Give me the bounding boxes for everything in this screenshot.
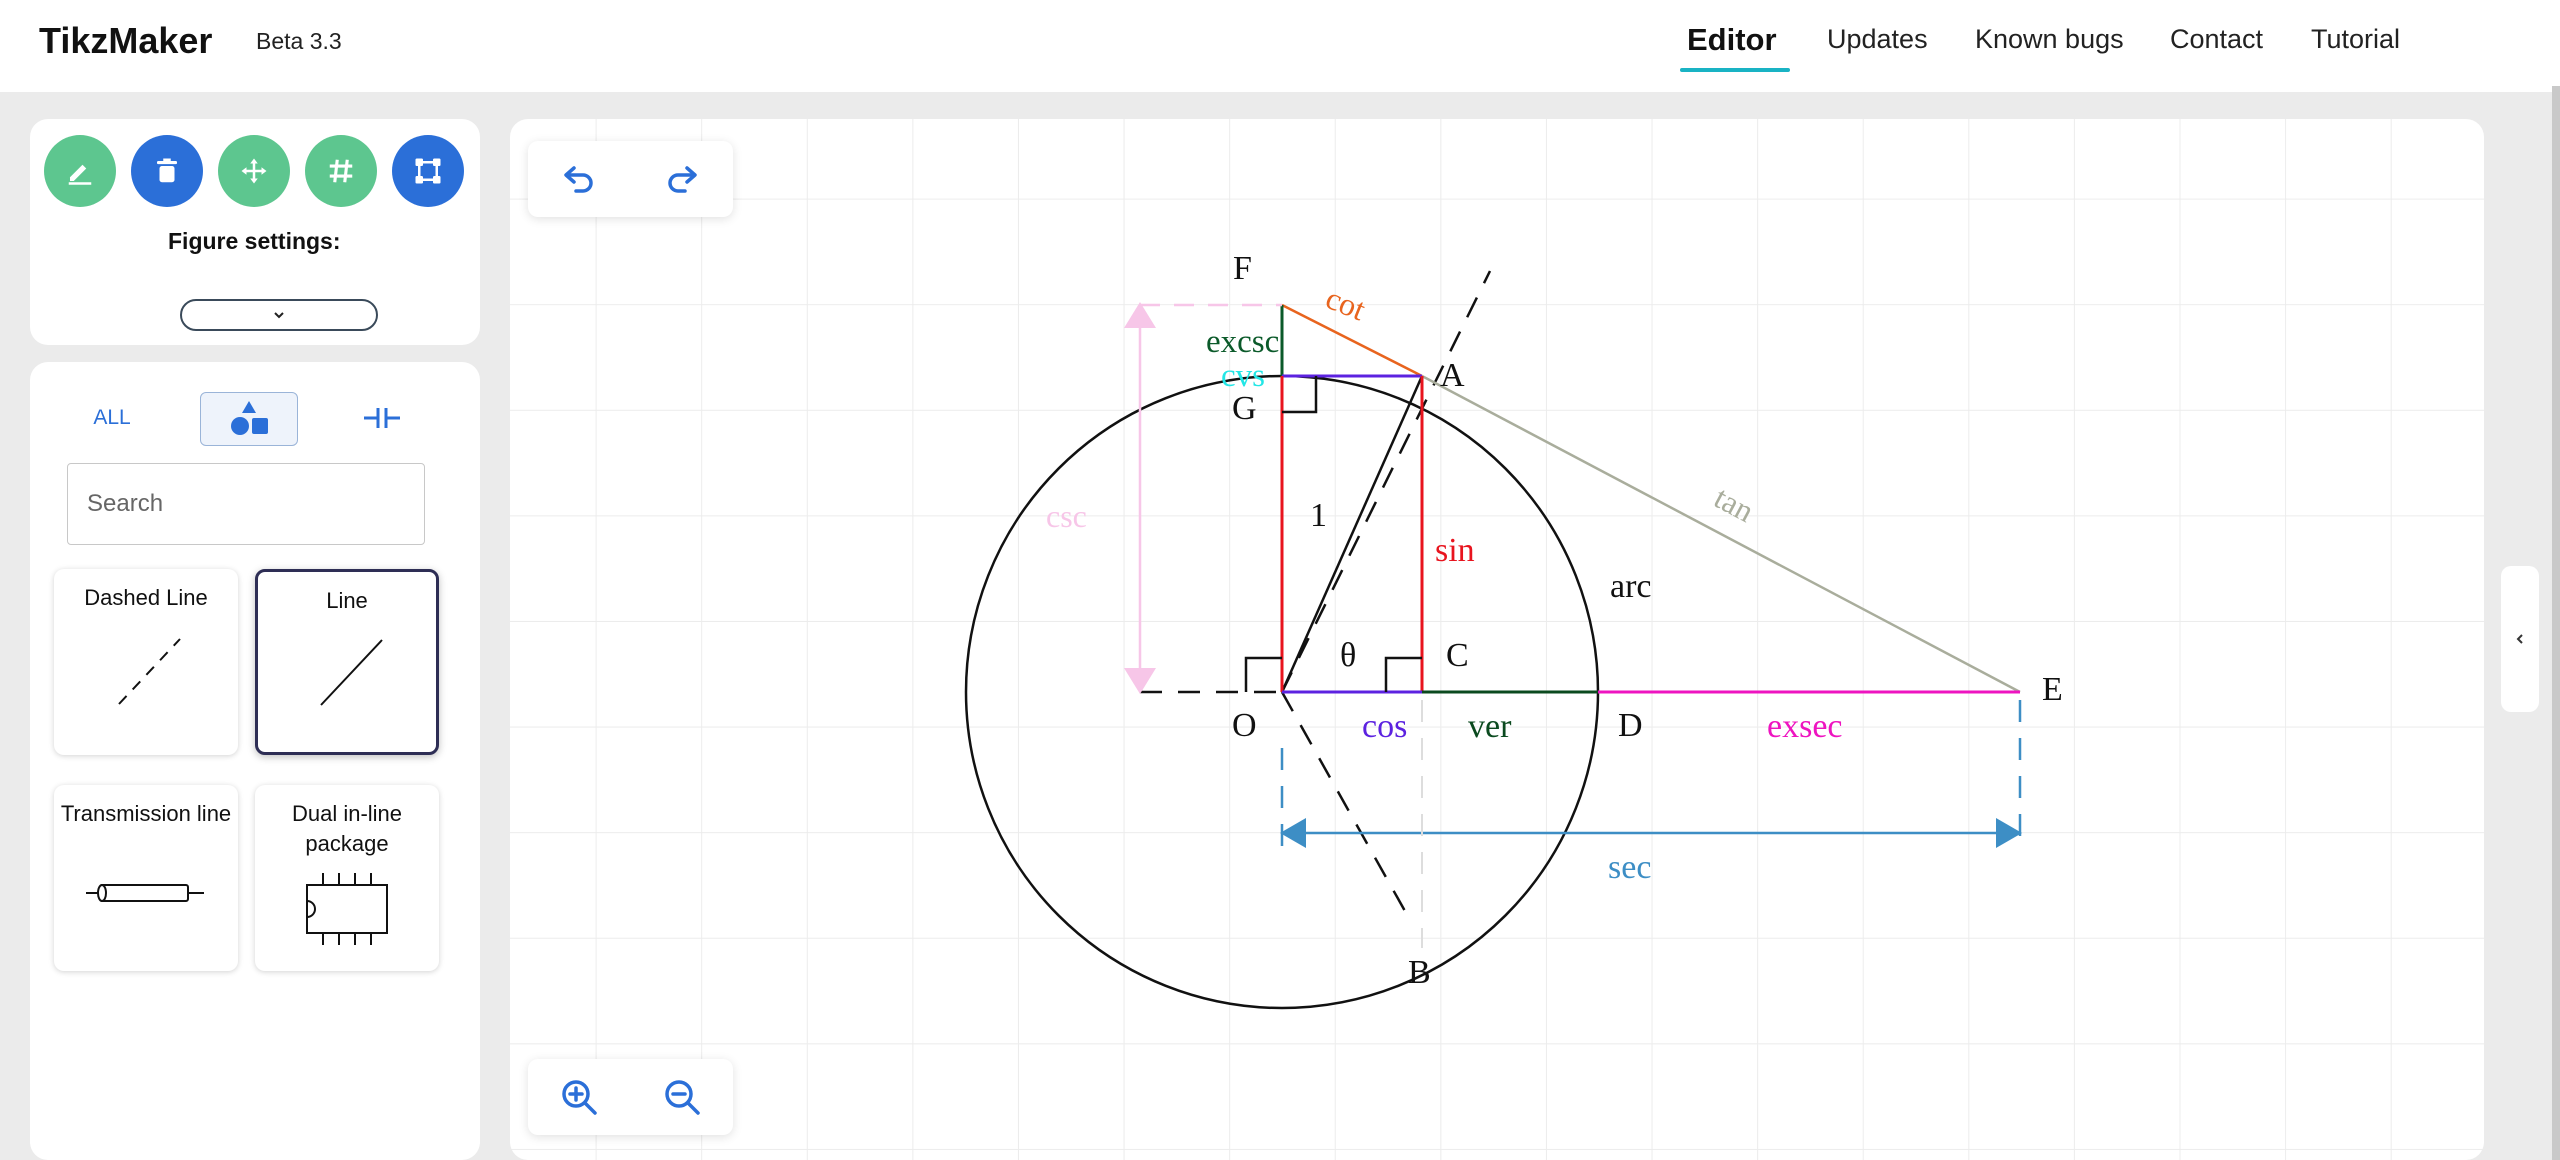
point-label-f: F [1233, 250, 1252, 287]
move-button[interactable] [218, 135, 290, 207]
figure-settings-label: Figure settings: [168, 228, 341, 254]
shapes-icon [231, 401, 268, 435]
library-item-transmission-line[interactable]: Transmission line [54, 785, 238, 971]
label-tan: tan [1709, 479, 1760, 529]
library-item-label: Dual in-line package [291, 801, 403, 856]
redo-button[interactable] [656, 153, 708, 205]
capacitor-icon [364, 408, 400, 428]
point-label-b: B [1408, 954, 1431, 991]
nav-tutorial[interactable]: Tutorial [2311, 24, 2400, 55]
label-excsc: excsc [1206, 324, 1279, 360]
nav-updates[interactable]: Updates [1827, 24, 1928, 55]
zoom-out-button[interactable] [656, 1071, 708, 1123]
dip-chip-preview-icon [306, 873, 388, 945]
nav-contact[interactable]: Contact [2170, 24, 2263, 55]
chevron-left-icon [2516, 634, 2523, 644]
redo-icon [668, 166, 697, 193]
zoom-toolbar [528, 1059, 733, 1135]
grid-button[interactable] [305, 135, 377, 207]
sec-arrow-left-icon [1280, 818, 1306, 848]
nav-known-bugs[interactable]: Known bugs [1975, 24, 2124, 55]
point-label-e: E [2042, 671, 2063, 708]
zoom-out-icon [665, 1080, 700, 1115]
undo-button[interactable] [553, 153, 605, 205]
grid-icon [329, 159, 353, 183]
label-ver: ver [1468, 708, 1512, 745]
point-label-c: C [1446, 637, 1469, 674]
dashed-extension-line [1280, 270, 1492, 693]
transmission-line-preview-icon [86, 884, 204, 902]
point-label-a: A [1440, 357, 1465, 394]
delete-button[interactable] [131, 135, 203, 207]
library-item-label: Dashed Line [84, 585, 208, 610]
library-item-line[interactable]: Line [255, 569, 439, 755]
right-angle-marker-o [1244, 656, 1282, 692]
app-logo[interactable]: TikzMaker [39, 20, 212, 62]
undo-icon [564, 166, 593, 193]
label-one: 1 [1310, 497, 1327, 534]
line-preview-icon [320, 639, 383, 706]
tab-circuit[interactable] [360, 392, 404, 444]
move-icon [241, 158, 267, 184]
collapse-panel-button[interactable] [2501, 566, 2539, 712]
label-cos: cos [1362, 708, 1407, 745]
app-header: TikzMaker Beta 3.3 Editor Updates Known … [0, 0, 2560, 92]
point-label-g: G [1232, 390, 1257, 427]
csc-arrow-bottom-icon [1124, 668, 1156, 694]
version-label: Beta 3.3 [256, 28, 342, 54]
pencil-button[interactable] [44, 135, 116, 207]
label-sin: sin [1435, 532, 1475, 569]
drawing-canvas[interactable]: F cot excsc cvs A G csc 1 sin arc tan θ … [510, 119, 2484, 1160]
trash-icon [157, 158, 177, 183]
tan-line [1421, 374, 2021, 694]
nav-editor[interactable]: Editor [1687, 22, 1777, 58]
pencil-icon [68, 164, 92, 185]
point-label-o: O [1232, 707, 1257, 744]
trig-figure: F cot excsc cvs A G csc 1 sin arc tan θ … [964, 250, 2063, 1010]
library-item-label: Transmission line [60, 801, 232, 826]
label-theta: θ [1340, 637, 1356, 674]
tab-all[interactable]: ALL [90, 392, 134, 444]
right-angle-marker-g [1282, 376, 1318, 414]
figure-settings-dropdown[interactable] [180, 299, 378, 331]
label-exsec: exsec [1767, 708, 1843, 745]
label-csc: csc [1046, 498, 1087, 534]
label-arc: arc [1610, 568, 1652, 605]
zoom-in-icon [562, 1080, 597, 1115]
dashed-line-preview-icon [118, 638, 181, 705]
history-toolbar [528, 141, 733, 217]
bounding-box-icon [415, 158, 441, 184]
label-cot: cot [1321, 279, 1371, 327]
chevron-down-icon [274, 312, 284, 319]
nav-active-indicator [1680, 68, 1790, 72]
zoom-in-button[interactable] [553, 1071, 605, 1123]
tab-shapes[interactable] [200, 392, 298, 446]
label-sec: sec [1608, 849, 1651, 886]
right-angle-marker-c [1384, 656, 1422, 692]
point-label-d: D [1618, 707, 1643, 744]
search-input[interactable] [67, 463, 425, 545]
library-item-label: Line [326, 588, 368, 613]
bounding-box-button[interactable] [392, 135, 464, 207]
library-item-dual-inline-package[interactable]: Dual in-line package [255, 785, 439, 971]
label-cvs: cvs [1221, 358, 1265, 394]
sec-arrow-right-icon [1996, 818, 2022, 848]
page-scrollbar[interactable] [2552, 86, 2560, 1160]
library-item-dashed-line[interactable]: Dashed Line [54, 569, 238, 755]
